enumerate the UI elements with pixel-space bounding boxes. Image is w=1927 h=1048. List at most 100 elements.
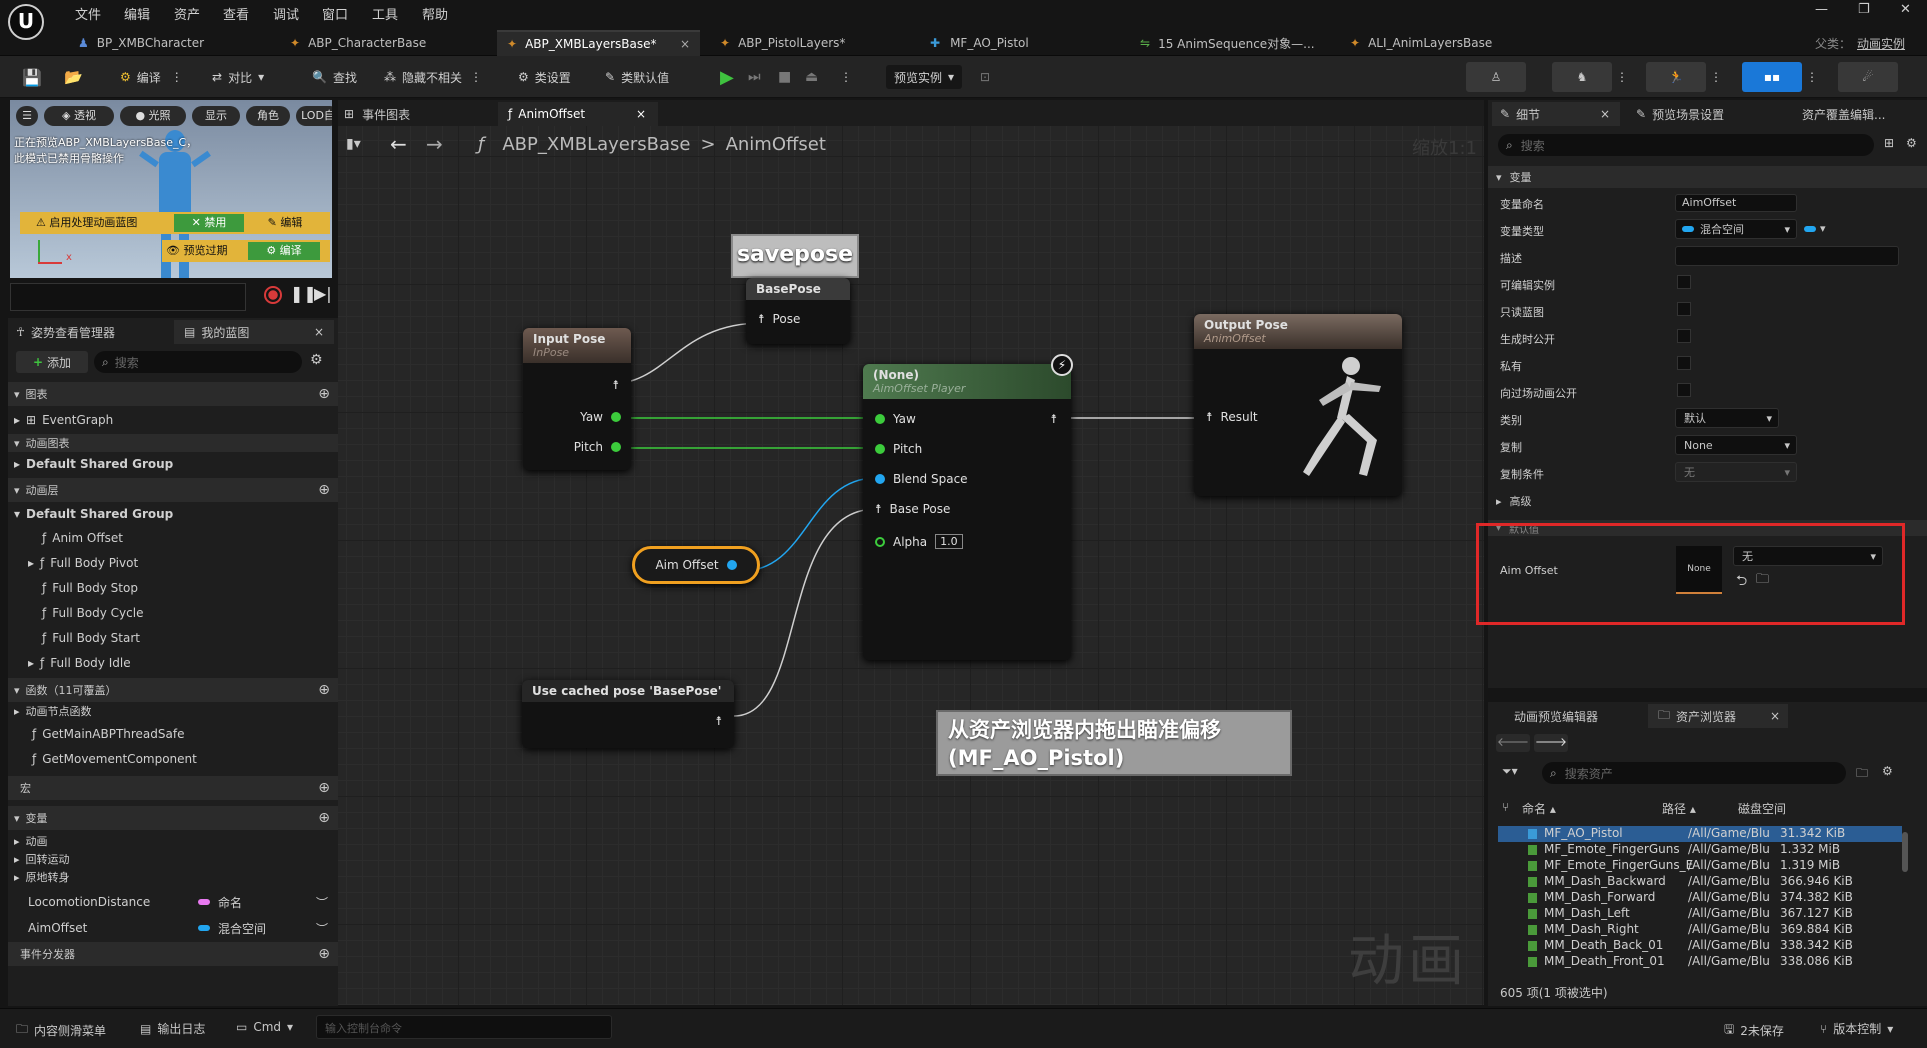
unreal-logo[interactable]: U (8, 4, 44, 40)
tab-my-blueprint[interactable]: ▤ 我的蓝图 × (174, 320, 334, 344)
menu-edit[interactable]: 编辑 (124, 4, 150, 23)
asset-row[interactable]: MM_Death_Back_01/All/Game/Blu 338.342 KiB (1498, 938, 1902, 954)
base-pose-pin[interactable]: ☨ Base Pose (875, 502, 950, 516)
expose-cinematics-checkbox[interactable] (1677, 383, 1691, 397)
back-arrow-icon[interactable]: 🡐 (1496, 734, 1530, 752)
tab-abp-pistollayers[interactable]: ✦ ABP_PistolLayers* (720, 30, 920, 56)
physics-mode-button[interactable]: ☄ (1838, 62, 1898, 92)
find-button[interactable]: 🔍 查找 (312, 65, 357, 89)
pitch-pin[interactable]: Pitch (574, 440, 621, 454)
skeleton-mode-button[interactable]: ♙ (1466, 62, 1526, 92)
variable-section-header[interactable]: ▾ 变量 (1488, 166, 1927, 188)
gear-icon[interactable]: ⚙ (310, 352, 323, 368)
result-pin[interactable]: ☨ Result (1206, 410, 1258, 424)
event-dispatchers-section[interactable]: 事件分发器 ⊕ (8, 942, 338, 966)
variables-section[interactable]: ▾ 变量 ⊕ (8, 806, 338, 830)
var-group-anim[interactable]: ▸ 动画 (8, 832, 338, 850)
blueprint-mode-button[interactable]: ▪▪ (1742, 62, 1802, 92)
debug-filter-icon[interactable]: ⊡ (980, 65, 990, 89)
left-search-input[interactable]: ⌕ 搜索 (94, 351, 302, 373)
add-dispatcher-icon[interactable]: ⊕ (318, 946, 330, 962)
parent-class-link[interactable]: 动画实例 (1857, 35, 1905, 52)
pose-pin[interactable]: ☨ Pose (758, 312, 800, 326)
output-pose-pin[interactable]: ☨ (612, 378, 619, 392)
play-icon[interactable]: ▶ (720, 65, 734, 89)
perspective-button[interactable]: ◈ 透视 (44, 106, 114, 126)
viewport-compile-button[interactable]: ⚙ 编译 (248, 242, 320, 260)
tab-details[interactable]: ✎ 细节 × (1492, 102, 1620, 126)
minimize-icon[interactable]: — (1815, 2, 1828, 17)
tab-asset-override[interactable]: 资产覆盖编辑... (1802, 106, 1885, 130)
character-button[interactable]: 角色 (246, 106, 290, 126)
stop-icon[interactable]: ■ (778, 65, 791, 89)
maximize-icon[interactable]: ❐ (1858, 2, 1870, 17)
close-tab-icon[interactable]: × (1770, 709, 1780, 723)
asset-row[interactable]: MM_Death_Front_01/All/Game/Blu 338.086 Ki… (1498, 954, 1902, 970)
close-tab-icon[interactable]: × (314, 325, 324, 339)
pose-output-pin[interactable]: ☨ (715, 714, 722, 728)
collection-icon[interactable]: ⑂ (1502, 800, 1509, 814)
table-view-icon[interactable]: ⊞ (1884, 136, 1894, 150)
class-settings-button[interactable]: ⚙ 类设置 (518, 65, 571, 89)
layer-full-body-start[interactable]: ƒ Full Body Start (8, 626, 338, 650)
graph-comment[interactable]: 从资产浏览器内拖出瞄准偏移 (MF_AO_Pistol) (936, 710, 1292, 776)
functions-section[interactable]: ▾ 函数（11可覆盖） ⊕ (8, 678, 338, 702)
pitch-input-pin[interactable]: Pitch (875, 442, 922, 456)
asset-scrollbar[interactable] (1902, 832, 1908, 872)
var-locomotiondistance[interactable]: LocomotionDistance 命名 ︶ (8, 890, 338, 914)
tree-item-anim-node-functions[interactable]: ▸ 动画节点函数 (8, 702, 338, 720)
add-function-icon[interactable]: ⊕ (318, 682, 330, 698)
content-drawer-button[interactable]: 🗀 内容侧滑菜单 (16, 1020, 106, 1041)
tab-anim-preview-editor[interactable]: 动画预览编辑器 (1514, 708, 1598, 725)
alpha-pin[interactable]: Alpha 1.0 (875, 534, 963, 549)
add-graph-icon[interactable]: ⊕ (318, 386, 330, 402)
diff-button[interactable]: ⇄ 对比 ▾ (212, 65, 264, 89)
tab-event-graph[interactable]: ⊞ 事件图表 (344, 103, 410, 125)
add-variable-icon[interactable]: ⊕ (318, 810, 330, 826)
func-getmovementcomponent[interactable]: ƒ GetMovementComponent (8, 747, 338, 771)
add-button[interactable]: + 添加 (16, 351, 88, 373)
asset-row[interactable]: MM_Dash_Forward/All/Game/Blu 374.382 KiB (1498, 890, 1902, 906)
save-icon[interactable]: 💾 (22, 65, 42, 89)
asset-row[interactable]: MM_Dash_Left/All/Game/Blu 367.127 KiB (1498, 906, 1902, 922)
tree-item-default-shared-group[interactable]: ▸ Default Shared Group (8, 452, 338, 476)
yaw-pin[interactable]: Yaw (580, 410, 621, 424)
asset-row[interactable]: MF_Emote_FingerGuns/All/Game/Blu 1.332 Mi… (1498, 842, 1902, 858)
play-options-icon[interactable]: ⋮ (840, 65, 852, 89)
console-input[interactable]: 输入控制台命令 (316, 1015, 612, 1039)
use-cached-pose-node[interactable]: Use cached pose 'BasePose' ☨ (522, 680, 734, 748)
tab-ali-animlayersbase[interactable]: ✦ ALI_AnimLayersBase (1350, 30, 1550, 56)
var-group-turn[interactable]: ▸ 回转运动 (8, 850, 338, 868)
tab-animoffset[interactable]: ƒ AnimOffset × (498, 102, 658, 126)
output-pose-node[interactable]: Output Pose AnimOffset ☨ Result (1194, 314, 1402, 496)
aimoffset-variable-node[interactable]: Aim Offset (632, 546, 760, 584)
graphs-section[interactable]: ▾ 图表 ⊕ (8, 382, 338, 406)
layer-full-body-stop[interactable]: ƒ Full Body Stop (8, 576, 338, 600)
col-name[interactable]: 命名 ▴ (1522, 800, 1556, 817)
record-icon[interactable] (264, 286, 282, 304)
menu-help[interactable]: 帮助 (422, 4, 448, 23)
menu-window[interactable]: 窗口 (322, 4, 348, 23)
replication-condition-dropdown[interactable]: 无 ▾ (1675, 462, 1797, 482)
mesh-mode-button[interactable]: ♞ (1552, 62, 1612, 92)
savepose-comment[interactable]: savepose (731, 234, 859, 278)
source-control-button[interactable]: ⑂ 版本控制 ▾ (1820, 1020, 1893, 1037)
menu-tools[interactable]: 工具 (372, 4, 398, 23)
func-getmainabpthreadsafe[interactable]: ƒ GetMainABPThreadSafe (8, 722, 338, 746)
description-input[interactable] (1675, 246, 1899, 266)
aimoffset-player-node[interactable]: (None) AimOffset Player ⚡ Yaw ☨ Pitch Ble… (863, 354, 1073, 660)
pause-icon[interactable]: ❚❚ (290, 284, 317, 303)
folder-icon[interactable]: 🗀 (1856, 764, 1868, 785)
yaw-input-pin[interactable]: Yaw (875, 412, 916, 426)
tab-abp-characterbase[interactable]: ✦ ABP_CharacterBase (290, 30, 490, 56)
alpha-input[interactable]: 1.0 (935, 534, 963, 549)
preview-timeline[interactable] (10, 283, 246, 311)
asset-search-input[interactable]: ⌕ 搜索资产 (1542, 762, 1846, 784)
eye-icon[interactable]: ︶ (316, 920, 328, 937)
add-macro-icon[interactable]: ⊕ (318, 780, 330, 796)
private-checkbox[interactable] (1677, 356, 1691, 370)
anim-layers-section[interactable]: ▾ 动画层 ⊕ (8, 478, 338, 502)
blend-space-pin[interactable]: Blend Space (875, 472, 968, 486)
class-defaults-button[interactable]: ✎ 类默认值 (605, 65, 669, 89)
tab-abp-xmblayersbase[interactable]: ✦ ABP_XMBLayersBase* × (497, 30, 700, 56)
